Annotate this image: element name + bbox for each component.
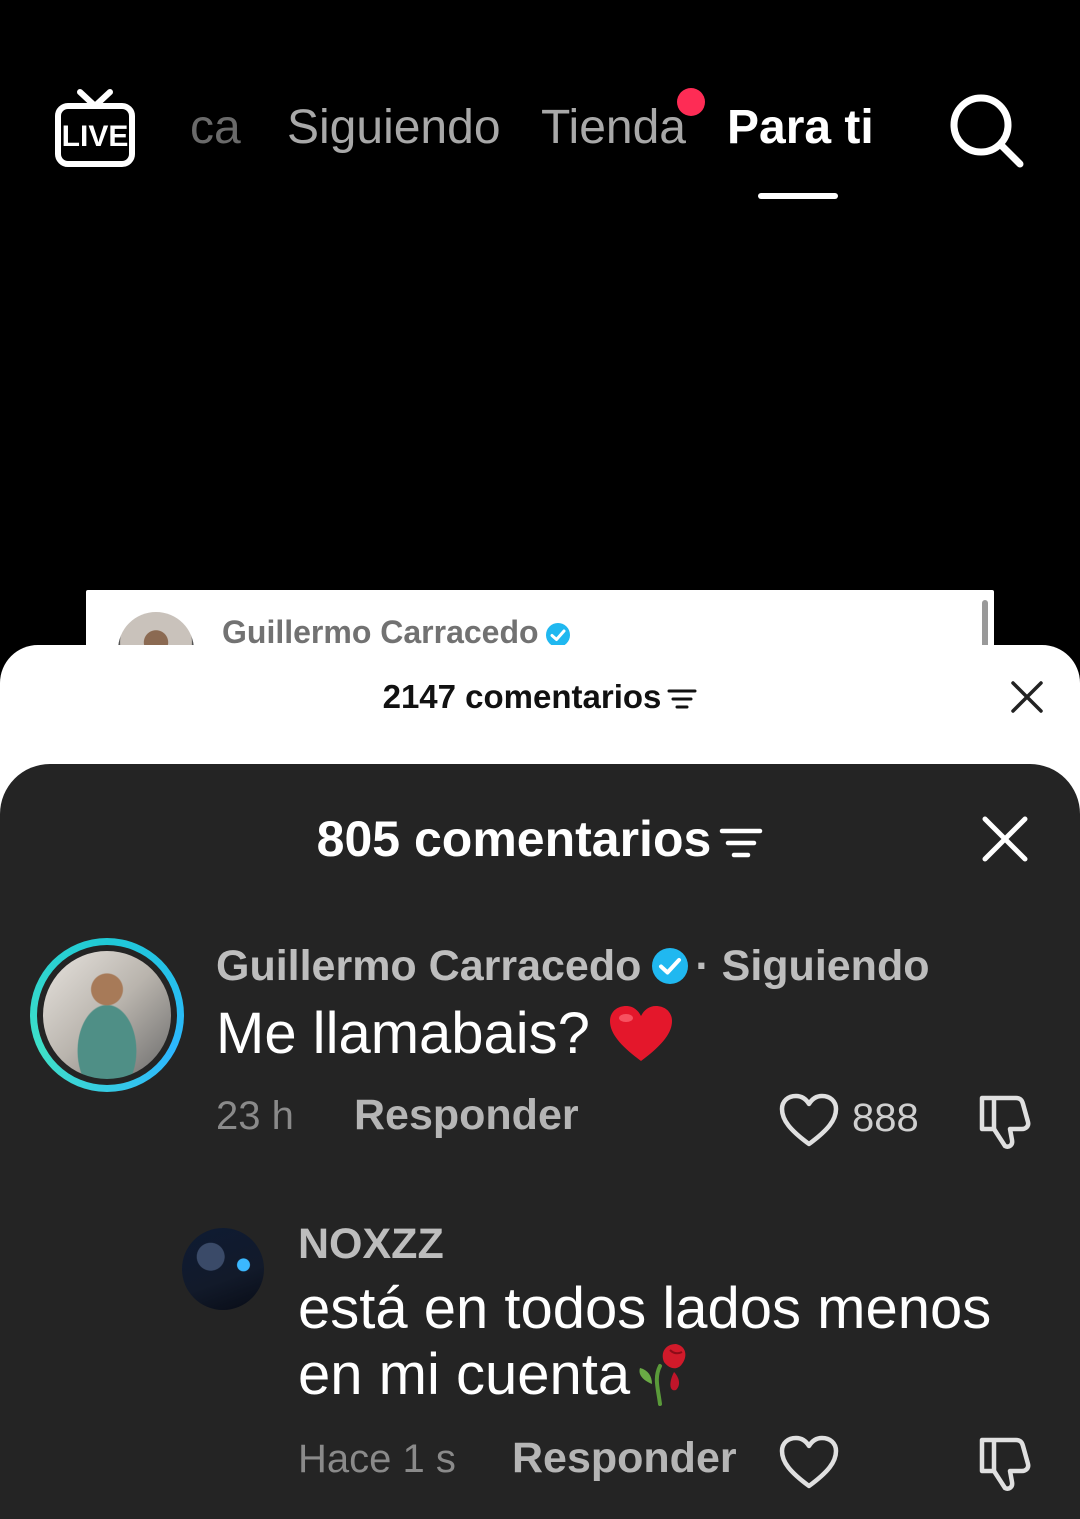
heart-outline-icon[interactable] — [778, 1434, 840, 1490]
svg-text:LIVE: LIVE — [62, 120, 129, 153]
red-heart-emoji-icon — [609, 1005, 672, 1061]
live-tv-icon[interactable]: LIVE — [54, 88, 136, 170]
close-icon[interactable] — [1008, 678, 1046, 716]
filter-icon[interactable] — [667, 687, 697, 711]
comment-text: está en todos lados menos en mi cuenta — [298, 1276, 998, 1412]
tab-tienda[interactable]: Tienda — [541, 100, 686, 155]
comment-text-label: Me llamabais? — [216, 1001, 590, 1066]
comments-sheet: 805 comentarios Guillermo Carracedo · Sig… — [0, 764, 1080, 1519]
verified-badge-icon — [652, 947, 689, 984]
dislike-icon[interactable] — [976, 1432, 1036, 1492]
tab-para-ti[interactable]: Para ti — [727, 100, 874, 155]
follow-status: Siguiendo — [721, 942, 930, 990]
notification-dot — [677, 88, 705, 116]
comments-count-label: 805 comentarios — [316, 811, 712, 867]
tab-siguiendo[interactable]: Siguiendo — [287, 100, 501, 155]
comment-author[interactable]: Guillermo Carracedo — [216, 942, 641, 990]
comment-time: Hace 1 s — [298, 1437, 456, 1481]
top-navigation: LIVE ca Siguiendo Tienda Para ti — [0, 0, 1080, 230]
comments-count-label: 2147 comentarios — [382, 678, 662, 715]
comments-count-outer: 2147 comentarios — [0, 678, 1080, 716]
comment-author[interactable]: NOXZZ — [298, 1220, 444, 1269]
avatar[interactable] — [182, 1228, 264, 1310]
separator-dot: · — [695, 942, 710, 990]
comment-text: Me llamabais? — [216, 1000, 674, 1068]
comment-time: 23 h — [216, 1094, 294, 1138]
wilted-rose-emoji-icon — [639, 1343, 686, 1406]
active-tab-indicator — [758, 193, 838, 199]
heart-outline-icon[interactable] — [778, 1092, 840, 1148]
tab-partial[interactable]: ca — [190, 100, 241, 155]
search-icon[interactable] — [948, 92, 1026, 170]
reply-button[interactable]: Responder — [354, 1091, 579, 1140]
comments-count: 805 comentarios — [0, 810, 1080, 868]
filter-icon[interactable] — [719, 826, 763, 860]
dislike-icon[interactable] — [976, 1090, 1036, 1150]
like-count: 888 — [852, 1096, 919, 1140]
avatar-story-ring[interactable] — [30, 938, 184, 1092]
verified-badge-icon — [545, 622, 570, 647]
avatar — [43, 951, 171, 1079]
close-icon[interactable] — [980, 814, 1030, 864]
comment-author-line[interactable]: Guillermo Carracedo · Siguiendo — [216, 942, 929, 991]
reply-button[interactable]: Responder — [512, 1434, 737, 1483]
avatar-frame — [37, 945, 177, 1085]
